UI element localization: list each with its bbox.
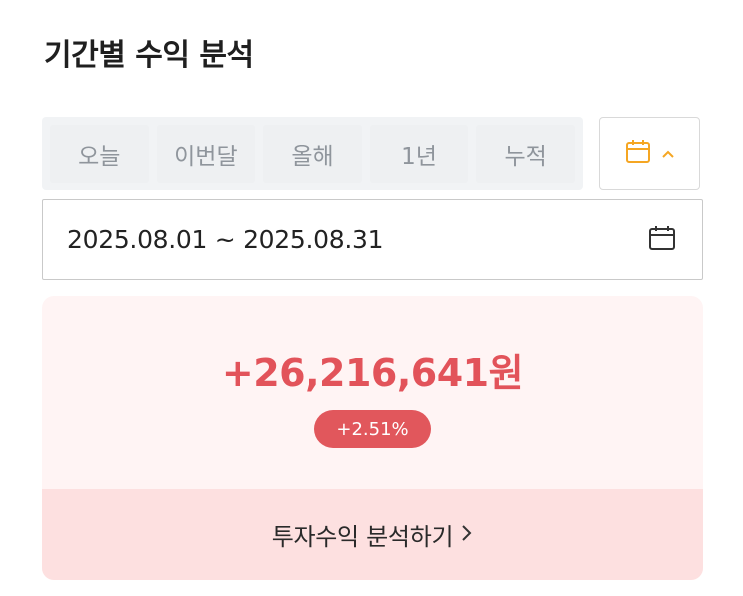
tab-today[interactable]: 오늘 (50, 124, 149, 183)
profit-rate-badge: +2.51% (314, 410, 431, 448)
chevron-right-icon (461, 523, 473, 547)
profit-rate-wrapper: +2.51% (42, 410, 703, 448)
calendar-icon (625, 139, 651, 169)
profit-analysis-page: 기간별 수익 분석 오늘 이번달 올해 1년 누적 2025.08.01 ~ 2… (0, 0, 743, 596)
investment-analysis-label: 투자수익 분석하기 (271, 523, 454, 551)
chevron-up-icon (661, 144, 675, 163)
calendar-icon (648, 225, 676, 255)
investment-analysis-button[interactable]: 투자수익 분석하기 (42, 489, 703, 580)
date-range-field[interactable]: 2025.08.01 ~ 2025.08.31 (42, 199, 703, 280)
page-title: 기간별 수익 분석 (44, 38, 254, 73)
tab-this-month[interactable]: 이번달 (156, 124, 256, 183)
profit-summary-card: +26,216,641원 +2.51% 투자수익 분석하기 (42, 296, 703, 580)
period-tab-bar: 오늘 이번달 올해 1년 누적 (42, 117, 583, 190)
date-range-value: 2025.08.01 ~ 2025.08.31 (67, 225, 384, 254)
tab-this-year[interactable]: 올해 (263, 124, 362, 183)
tab-cumulative[interactable]: 누적 (476, 124, 575, 183)
calendar-toggle-button[interactable] (599, 117, 700, 190)
profit-amount: +26,216,641원 (221, 351, 524, 395)
tab-one-year[interactable]: 1년 (369, 124, 469, 183)
